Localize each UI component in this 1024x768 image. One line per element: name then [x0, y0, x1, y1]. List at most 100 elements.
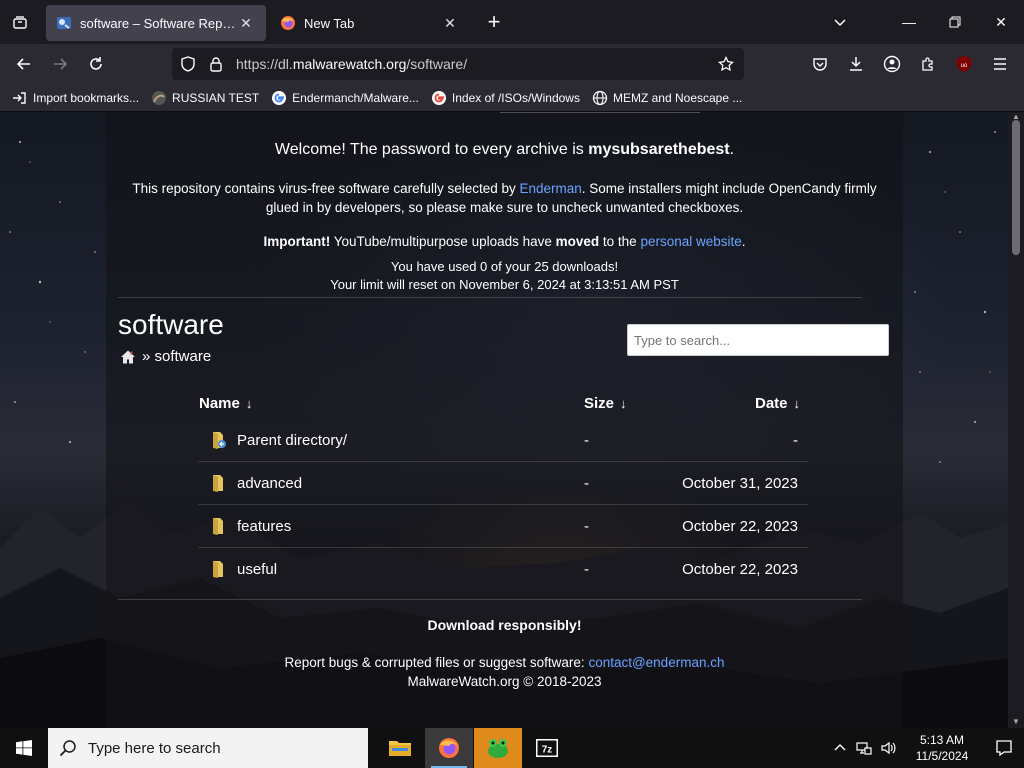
important-moved: moved: [555, 234, 600, 249]
page-scrollbar[interactable]: ▲ ▼: [1008, 112, 1024, 728]
taskbar-firefox[interactable]: [425, 728, 473, 768]
table-row-features[interactable]: features - October 22, 2023: [198, 505, 808, 548]
taskbar-clock[interactable]: 5:13 AM 11/5/2024: [900, 732, 984, 764]
url-path: /software/: [406, 56, 468, 72]
svg-text:7z: 7z: [542, 745, 553, 756]
bookmark-endermanch-malware[interactable]: Endermanch/Malware...: [265, 86, 425, 110]
7zip-icon: 7z: [536, 739, 558, 757]
column-label: Date: [755, 395, 788, 412]
bookmark-star-button[interactable]: [712, 48, 740, 80]
start-button[interactable]: [0, 728, 48, 768]
important-end: .: [741, 234, 746, 249]
tab-overview-button[interactable]: [0, 0, 40, 44]
taskbar-search-box[interactable]: Type here to search: [48, 728, 368, 768]
url-text[interactable]: https://dl.malwarewatch.org/software/: [230, 56, 712, 72]
close-tab-icon[interactable]: ✕: [236, 13, 256, 33]
personal-website-link[interactable]: personal website: [640, 234, 741, 249]
hamburger-menu-icon: [994, 58, 1006, 70]
chevron-up-icon: [834, 744, 846, 751]
search-icon: [48, 739, 88, 757]
scrollbar-thumb[interactable]: [1012, 120, 1020, 255]
new-tab-button[interactable]: +: [476, 4, 512, 40]
account-button[interactable]: [874, 48, 910, 80]
file-size: -: [584, 561, 589, 578]
archive-password: mysubsarethebest: [588, 141, 730, 158]
enderman-link[interactable]: Enderman: [519, 181, 581, 196]
important-label: Important!: [263, 234, 331, 249]
list-all-tabs-button[interactable]: [822, 4, 858, 40]
minimize-button[interactable]: —: [886, 0, 932, 44]
file-date: October 31, 2023: [682, 475, 798, 492]
desc-text: This repository contains virus-free soft…: [132, 181, 520, 196]
scroll-down-icon[interactable]: ▼: [1012, 717, 1020, 726]
home-icon[interactable]: [120, 349, 136, 365]
file-size: -: [584, 432, 589, 449]
folder-icon: [213, 475, 223, 492]
reload-button[interactable]: [78, 48, 114, 80]
action-center-button[interactable]: [984, 728, 1024, 768]
close-tab-icon[interactable]: ✕: [440, 13, 460, 33]
download-icon: [850, 57, 862, 71]
app-menu-button[interactable]: [982, 48, 1018, 80]
taskbar-7zip[interactable]: 7z: [523, 728, 571, 768]
breadcrumb: » software: [120, 348, 211, 365]
site-info-icon[interactable]: [202, 48, 230, 80]
bookmark-isos-windows[interactable]: Index of /ISOs/Windows: [425, 86, 586, 110]
bookmark-import[interactable]: Import bookmarks...: [6, 86, 145, 110]
forward-button[interactable]: [42, 48, 78, 80]
volume-button[interactable]: [876, 728, 900, 768]
file-name[interactable]: advanced: [237, 475, 302, 492]
google-icon: [272, 90, 287, 105]
bookmark-memz-noescape[interactable]: MEMZ and Noescape ...: [586, 86, 748, 110]
report-text: Report bugs & corrupted files or suggest…: [284, 655, 589, 670]
file-name[interactable]: features: [237, 518, 291, 535]
url-bar[interactable]: https://dl.malwarewatch.org/software/: [172, 48, 744, 80]
contact-email-link[interactable]: contact@enderman.ch: [588, 655, 724, 670]
table-row-advanced[interactable]: advanced - October 31, 2023: [198, 462, 808, 505]
firefox-icon: [281, 16, 295, 30]
web-page: Welcome! The password to every archive i…: [0, 112, 1008, 728]
breadcrumb-current: » software: [142, 348, 212, 365]
malwarewatch-favicon-icon: [57, 17, 71, 29]
restore-button[interactable]: [932, 0, 978, 44]
clock-date: 11/5/2024: [915, 749, 969, 763]
show-hidden-icons-button[interactable]: [828, 728, 852, 768]
taskbar-green-frog-app[interactable]: [474, 728, 522, 768]
folder-icon: [213, 561, 223, 578]
taskbar-file-explorer[interactable]: [376, 728, 424, 768]
svg-text:uo: uo: [961, 63, 968, 69]
column-header-name[interactable]: Name ↓: [199, 395, 252, 412]
bookmark-russian-test[interactable]: RUSSIAN TEST: [145, 86, 265, 110]
welcome-message: Welcome! The password to every archive i…: [106, 141, 903, 159]
column-header-size[interactable]: Size ↓: [584, 395, 627, 412]
extensions-button[interactable]: [910, 48, 946, 80]
toolbar-right: uo: [802, 48, 1018, 80]
file-name[interactable]: Parent directory/: [237, 432, 347, 449]
clock-time: 5:13 AM: [919, 733, 965, 747]
file-search-input[interactable]: [627, 324, 889, 356]
parent-folder-icon: [213, 432, 226, 449]
divider: [118, 599, 862, 600]
close-window-button[interactable]: ✕: [978, 0, 1024, 44]
globe-icon: [592, 90, 608, 105]
downloads-button[interactable]: [838, 48, 874, 80]
column-header-date[interactable]: Date ↓: [755, 395, 800, 412]
column-label: Size: [584, 395, 615, 412]
table-row-useful[interactable]: useful - October 22, 2023: [198, 548, 808, 591]
bookmark-favicon-icon: [152, 90, 167, 105]
table-row-parent-directory[interactable]: Parent directory/ - -: [198, 419, 808, 462]
google-icon: [431, 90, 446, 105]
file-name[interactable]: useful: [237, 561, 277, 578]
chevron-down-icon: [834, 19, 846, 27]
file-date: October 22, 2023: [682, 561, 798, 578]
network-button[interactable]: [852, 728, 876, 768]
tab-new-tab[interactable]: New Tab ✕: [270, 5, 470, 41]
windows-taskbar: Type here to search 7z 5:13 AM 11/5/2024: [0, 728, 1024, 768]
tracking-protection-icon[interactable]: [174, 48, 202, 80]
tab-software-repository[interactable]: software – Software Repository ✕: [46, 5, 266, 41]
pocket-button[interactable]: [802, 48, 838, 80]
ublock-button[interactable]: uo: [946, 48, 982, 80]
pocket-icon: [813, 58, 827, 71]
back-button[interactable]: [6, 48, 42, 80]
tab-title: software – Software Repository: [80, 15, 236, 31]
